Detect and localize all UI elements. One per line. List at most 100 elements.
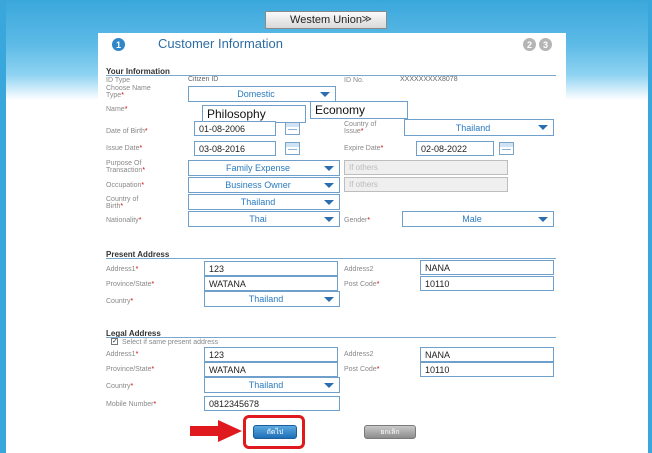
present-country-select-value: Thailand (248, 294, 284, 304)
required-mark: * (376, 281, 380, 288)
dropdown-arrow-icon (324, 200, 334, 205)
left-frame (0, 0, 6, 453)
section-divider (106, 337, 556, 338)
dropdown-arrow-icon (320, 92, 330, 97)
legal-postcode-input[interactable]: 10110 (420, 362, 554, 377)
cancel-button[interactable]: ยกเลิก (364, 425, 416, 439)
dropdown-arrow-icon (324, 183, 334, 188)
nationality-select[interactable]: Thai (188, 211, 340, 227)
purpose-label: Purpose Of Transaction* (106, 160, 145, 174)
required-mark: * (130, 383, 134, 390)
nationality-label: Nationality* (106, 217, 141, 224)
present-address1-input[interactable]: 123 (204, 261, 338, 276)
dropdown-arrow-icon (324, 383, 334, 388)
legal-province-input[interactable]: WATANA (204, 362, 338, 377)
name-type-label-line2: Type (106, 92, 122, 99)
country-birth-label: Country of Birth* (106, 196, 138, 210)
customer-info-panel: 1 Customer Information 2 3 Your Informat… (98, 33, 566, 453)
dob-label-text: Date of Birth (106, 128, 145, 135)
present-province-input[interactable]: WATANA (204, 276, 338, 291)
step-1-badge: 1 (112, 38, 125, 51)
purpose-other-input[interactable]: If others (344, 160, 508, 175)
gender-label-text: Gender (344, 217, 368, 224)
calendar-icon[interactable] (499, 142, 514, 155)
required-mark: * (153, 401, 157, 408)
required-mark: * (367, 217, 371, 224)
mobile-label-text: Mobile Number (106, 401, 154, 408)
step-3-badge: 3 (539, 38, 552, 51)
required-mark: * (124, 106, 128, 113)
country-issue-select-value: Thailand (455, 122, 491, 133)
id-no-label: ID No. (344, 77, 364, 84)
name-type-select[interactable]: Domestic (188, 86, 336, 102)
occupation-select[interactable]: Business Owner (188, 177, 340, 193)
gender-label: Gender* (344, 217, 370, 224)
gender-select[interactable]: Male (402, 211, 554, 227)
present-postcode-label-text: Post Code (344, 281, 377, 288)
legal-address1-label-text: Address1 (106, 351, 136, 358)
mobile-input[interactable]: 0812345678 (204, 396, 340, 411)
required-mark: * (138, 217, 142, 224)
dropdown-arrow-icon (324, 297, 334, 302)
dob-input[interactable]: 01-08-2006 (194, 121, 276, 136)
nationality-select-value: Thai (249, 214, 267, 224)
last-name-input[interactable]: Economy (310, 101, 408, 119)
country-birth-select[interactable]: Thailand (188, 194, 340, 210)
issue-date-input[interactable]: 03-08-2016 (194, 141, 276, 156)
legal-address2-input[interactable]: NANA (420, 347, 554, 362)
required-mark: * (135, 266, 139, 273)
step-2-badge: 2 (523, 38, 536, 51)
required-mark: * (141, 182, 145, 189)
required-mark: * (376, 366, 380, 373)
section-divider (106, 75, 556, 76)
legal-country-label: Country* (106, 383, 133, 390)
required-mark: * (144, 128, 148, 135)
present-address2-input[interactable]: NANA (420, 260, 554, 275)
legal-postcode-label-text: Post Code (344, 366, 377, 373)
expire-date-label-text: Expire Date (344, 145, 381, 152)
red-arrow-icon (190, 420, 242, 442)
legal-province-label: Province/State* (106, 366, 154, 373)
present-country-select[interactable]: Thailand (204, 291, 340, 307)
same-address-checkbox[interactable]: ✓ (111, 338, 118, 345)
legal-address1-label: Address1* (106, 351, 138, 358)
purpose-select[interactable]: Family Expense (188, 160, 340, 176)
legal-address1-input[interactable]: 123 (204, 347, 338, 362)
expire-date-input[interactable]: 02-08-2022 (416, 141, 494, 156)
issue-date-label-text: Issue Date (106, 145, 140, 152)
gender-select-value: Male (462, 214, 482, 224)
required-mark: * (139, 145, 143, 152)
purpose-label-line2: Transaction (106, 167, 143, 174)
service-select[interactable]: Westem Union ≫ (265, 11, 387, 29)
country-issue-select[interactable]: Thailand (404, 119, 554, 136)
dropdown-arrow-icon (538, 125, 548, 130)
id-type-label: ID Type (106, 77, 130, 84)
occupation-other-input[interactable]: If others (344, 177, 508, 192)
id-type-value: Citizen ID (188, 76, 219, 83)
expire-date-label: Expire Date* (344, 145, 383, 152)
required-mark: * (135, 351, 139, 358)
calendar-icon[interactable] (285, 122, 300, 135)
present-postcode-label: Post Code* (344, 281, 379, 288)
legal-country-select[interactable]: Thailand (204, 377, 340, 393)
country-birth-select-value: Thailand (240, 197, 276, 207)
country-issue-label-line2: Issue (344, 128, 361, 135)
double-chevron-down-icon: ≫ (361, 14, 372, 25)
legal-postcode-label: Post Code* (344, 366, 379, 373)
legal-province-label-text: Province/State (106, 366, 152, 373)
required-mark: * (360, 128, 364, 135)
dob-label: Date of Birth* (106, 128, 148, 135)
occupation-label: Occupation* (106, 182, 144, 189)
name-type-select-value: Domestic (237, 89, 275, 99)
next-button-highlight (243, 415, 305, 449)
same-address-label: Select if same present address (122, 339, 219, 346)
country-birth-label-line2: Birth (106, 203, 121, 210)
legal-country-label-text: Country (106, 383, 131, 390)
required-mark: * (151, 366, 155, 373)
legal-country-select-value: Thailand (248, 380, 284, 390)
present-postcode-input[interactable]: 10110 (420, 276, 554, 291)
occupation-select-value: Business Owner (225, 180, 291, 190)
calendar-icon[interactable] (285, 142, 300, 155)
page-title: Customer Information (158, 36, 283, 51)
dropdown-arrow-icon (538, 217, 548, 222)
